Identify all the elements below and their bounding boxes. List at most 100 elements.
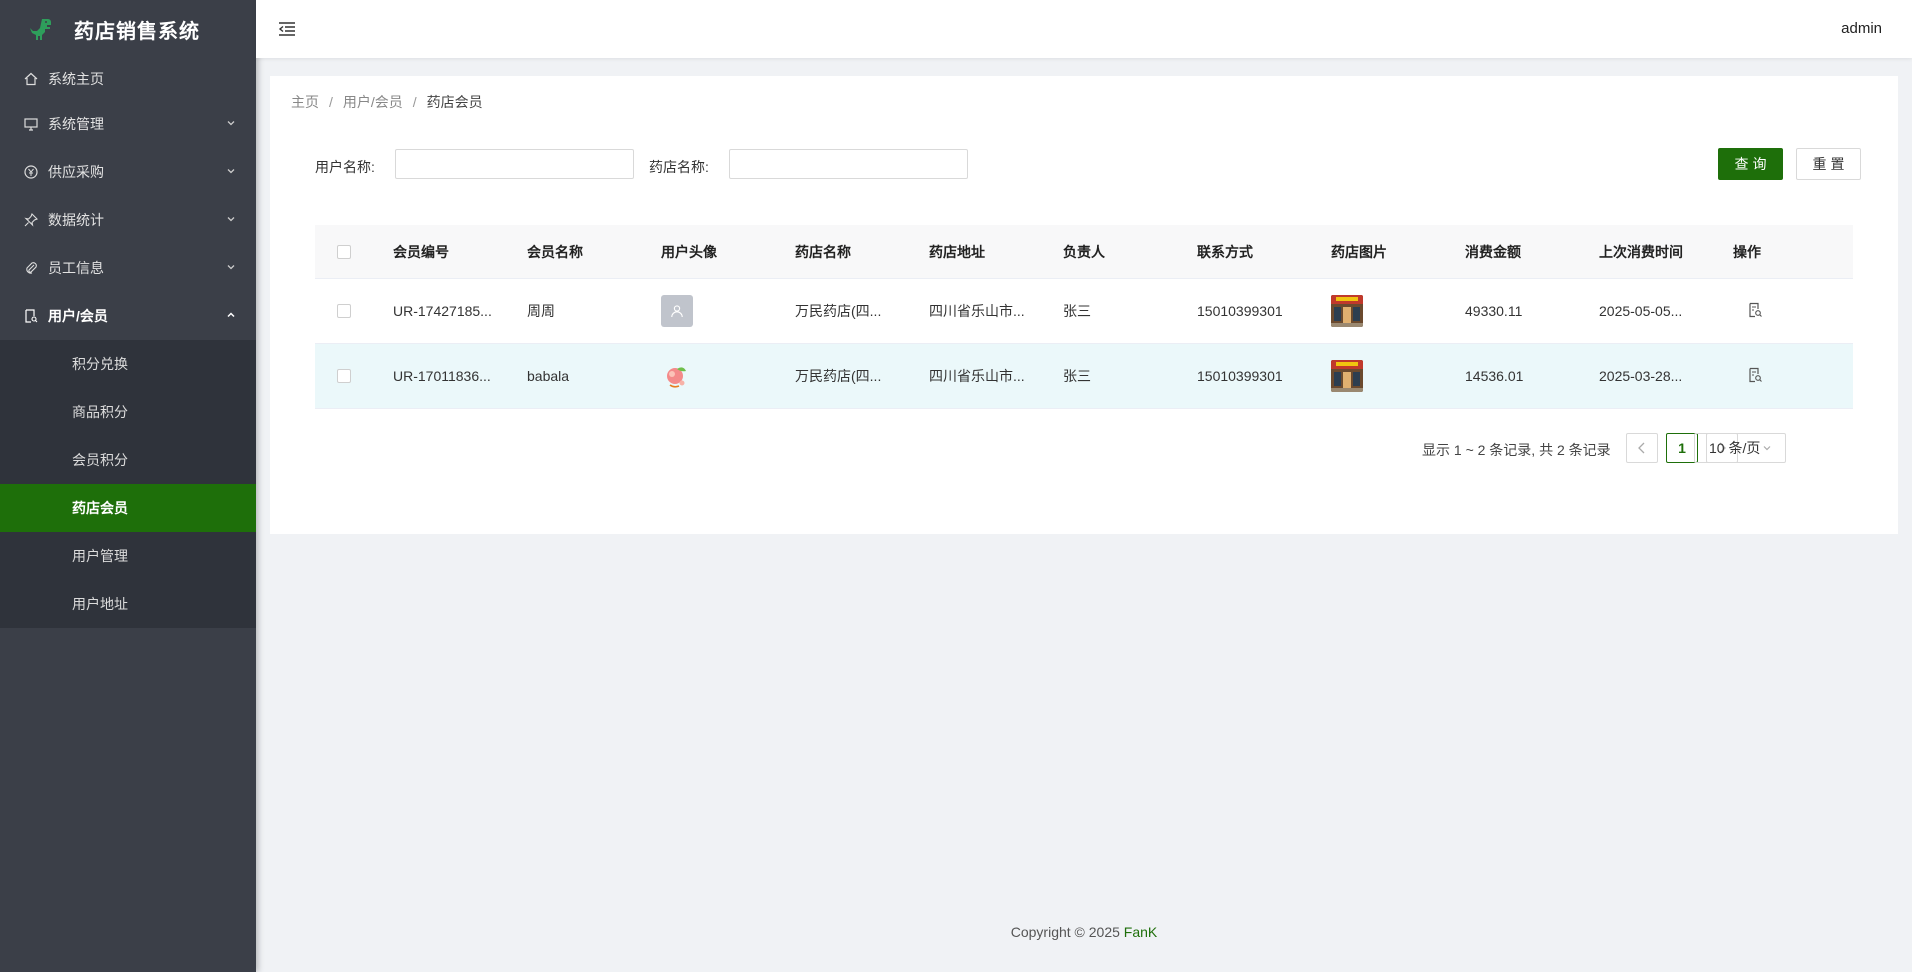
view-detail-icon[interactable] [1747, 367, 1763, 383]
header-manager: 负责人 [1063, 243, 1105, 260]
last-consume-time: 2025-03-28... [1599, 368, 1683, 384]
breadcrumb: 主页 / 用户/会员 / 药店会员 [291, 92, 483, 112]
amount: 14536.01 [1465, 368, 1524, 384]
menu-item-supply[interactable]: 供应采购 [0, 148, 256, 196]
chevron-left-icon [1638, 442, 1645, 454]
header-member-name: 会员名称 [527, 243, 583, 260]
chevron-down-icon [227, 217, 235, 222]
manager: 张三 [1063, 368, 1091, 384]
header-phone: 联系方式 [1197, 243, 1253, 260]
app-logo[interactable]: 药店销售系统 [0, 0, 256, 58]
chevron-up-icon [227, 312, 235, 318]
store-name: 万民药店(四... [795, 303, 882, 319]
submenu-members: 积分兑换 商品积分 会员积分 药店会员 用户管理 用户地址 [0, 340, 256, 628]
menu-item-system[interactable]: 系统管理 [0, 100, 256, 148]
sidebar-item-user-address[interactable]: 用户地址 [0, 580, 256, 628]
menu-item-label: 系统管理 [48, 116, 104, 132]
menu-item-home[interactable]: 系统主页 [0, 58, 256, 100]
footer-brand-link[interactable]: FanK [1124, 924, 1157, 940]
user-name-input[interactable] [395, 149, 634, 179]
query-button[interactable]: 查询 [1718, 148, 1783, 180]
avatar-cell [659, 360, 793, 392]
phone: 15010399301 [1197, 303, 1283, 319]
breadcrumb-parent[interactable]: 用户/会员 [343, 94, 403, 110]
chevron-down-icon [227, 265, 235, 270]
menu-item-statistics[interactable]: 数据统计 [0, 196, 256, 244]
store-name-input[interactable] [729, 149, 968, 179]
pagination-total: 显示 1 ~ 2 条记录, 共 2 条记录 [1422, 442, 1611, 458]
user-name-label: 用户名称: [315, 159, 375, 175]
last-consume-time: 2025-05-05... [1599, 303, 1683, 319]
table-row[interactable]: UR-17427185... 周周 万民药店(四... 四川省乐山市... 张三… [315, 279, 1853, 344]
row-checkbox[interactable] [337, 304, 351, 318]
store-photo-icon[interactable] [1331, 295, 1363, 327]
member-name: babala [527, 368, 570, 384]
breadcrumb-home[interactable]: 主页 [291, 94, 319, 110]
menu-item-label: 用户/会员 [48, 308, 108, 324]
yen-circle-icon [24, 165, 38, 179]
prev-page-button[interactable] [1626, 433, 1658, 463]
header-actions: 操作 [1733, 243, 1761, 260]
store-photo-icon[interactable] [1331, 360, 1363, 392]
document-search-icon [24, 309, 38, 323]
header-last-time: 上次消费时间 [1599, 243, 1683, 260]
main-card: 主页 / 用户/会员 / 药店会员 用户名称: 药店名称: 查询 重置 会员编号 会员名… [270, 76, 1898, 534]
sidebar-item-member-points[interactable]: 会员积分 [0, 436, 256, 484]
menu-item-label: 数据统计 [48, 212, 104, 228]
monitor-icon [24, 117, 38, 131]
avatar-cell [659, 295, 793, 327]
peach-avatar-icon[interactable] [661, 360, 693, 392]
menu-item-staff[interactable]: 员工信息 [0, 244, 256, 292]
store-image-cell [1329, 360, 1463, 392]
page-size-select[interactable]: 10 条/页 [1694, 433, 1786, 463]
header-amount: 消费金额 [1465, 243, 1521, 260]
row-select-cell [315, 369, 391, 383]
top-bar: admin [256, 0, 1912, 58]
header-store-image: 药店图片 [1331, 243, 1387, 260]
store-name-label: 药店名称: [649, 159, 709, 175]
members-table: 会员编号 会员名称 用户头像 药店名称 药店地址 负责人 联系方式 药店图片 消… [315, 225, 1853, 409]
menu-fold-icon[interactable] [278, 20, 296, 38]
chevron-down-icon [227, 169, 235, 174]
sidebar-item-product-points[interactable]: 商品积分 [0, 388, 256, 436]
select-all-checkbox[interactable] [337, 244, 351, 259]
footer: Copyright © 2025 FanK [256, 924, 1912, 940]
header-select-cell [315, 244, 391, 259]
header-store-address: 药店地址 [929, 243, 985, 260]
header-avatar: 用户头像 [661, 243, 717, 260]
table-header: 会员编号 会员名称 用户头像 药店名称 药店地址 负责人 联系方式 药店图片 消… [315, 225, 1853, 279]
breadcrumb-current: 药店会员 [426, 94, 483, 110]
user-menu[interactable]: admin [1841, 20, 1882, 37]
default-user-avatar-icon[interactable] [661, 295, 693, 327]
member-id: UR-17011836... [393, 368, 491, 384]
sidebar-item-points-exchange[interactable]: 积分兑换 [0, 340, 256, 388]
sidebar-item-user-management[interactable]: 用户管理 [0, 532, 256, 580]
menu-item-label: 系统主页 [48, 71, 104, 87]
sidebar: 药店销售系统 系统主页 系统管理 供应采购 数据统计 员工信息 用户/会员 积分… [0, 0, 256, 972]
home-icon [24, 72, 38, 86]
row-checkbox[interactable] [337, 369, 351, 383]
amount: 49330.11 [1465, 303, 1523, 319]
pin-icon [24, 213, 38, 227]
member-name: 周周 [527, 303, 555, 319]
breadcrumb-separator: / [412, 94, 417, 110]
sidebar-item-store-members[interactable]: 药店会员 [0, 484, 256, 532]
actions-cell [1731, 302, 1823, 321]
menu-item-label: 员工信息 [48, 260, 104, 276]
dinosaur-logo-icon [30, 19, 51, 40]
manager: 张三 [1063, 303, 1091, 319]
chevron-down-icon [1763, 446, 1771, 451]
header-member-id: 会员编号 [393, 243, 449, 260]
page-size-value: 10 条/页 [1709, 440, 1761, 456]
table-row[interactable]: UR-17011836... babala 万民药店(四... 四川省乐山市..… [315, 344, 1853, 409]
reset-button[interactable]: 重置 [1796, 148, 1861, 180]
store-name: 万民药店(四... [795, 368, 882, 384]
view-detail-icon[interactable] [1747, 302, 1763, 318]
actions-cell [1731, 367, 1823, 386]
menu-item-members[interactable]: 用户/会员 [0, 292, 256, 340]
breadcrumb-separator: / [329, 94, 333, 110]
store-image-cell [1329, 295, 1463, 327]
copyright-text: Copyright © 2025 [1010, 924, 1120, 940]
app-title: 药店销售系统 [74, 20, 200, 43]
member-id: UR-17427185... [393, 303, 492, 319]
